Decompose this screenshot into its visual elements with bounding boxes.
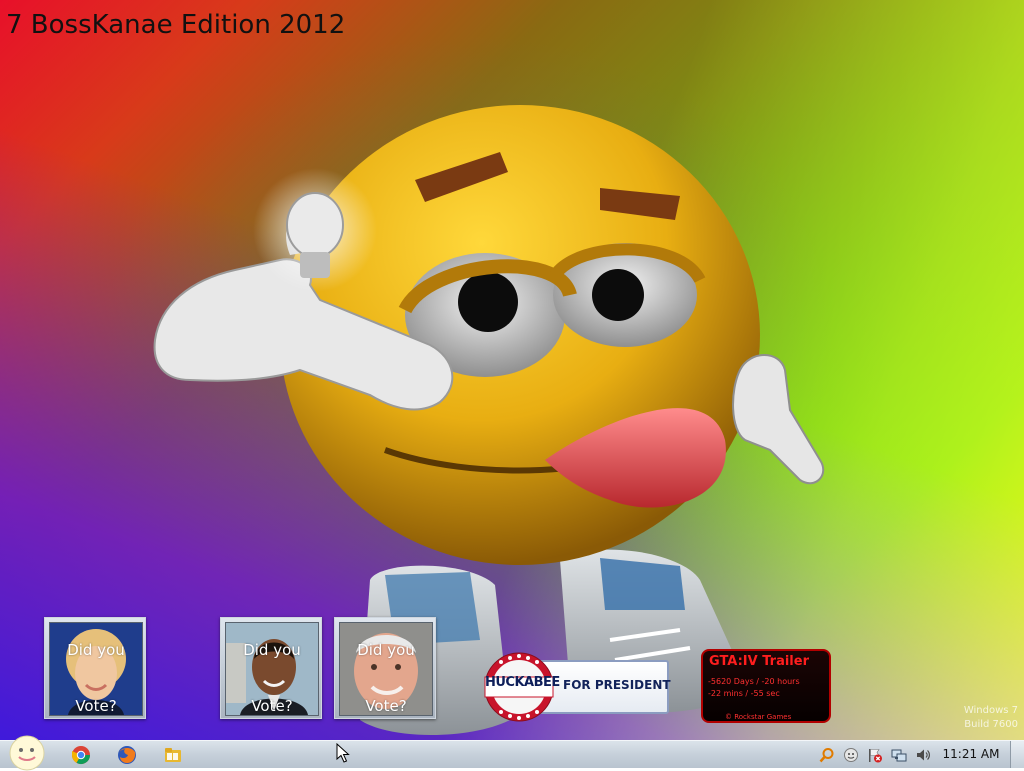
gta-title: GTA:IV Trailer: [709, 654, 809, 669]
watermark-line2: Build 7600: [964, 719, 1018, 730]
mccain-photo: Did you Vote?: [339, 622, 433, 716]
vote-gadget-obama[interactable]: Did you Vote?: [220, 617, 322, 719]
huckabee-tagline: FOR PRESIDENT: [563, 678, 671, 692]
vote-question-line1: Did you: [357, 641, 415, 659]
desktop[interactable]: 7 BossKanae Edition 2012 Did you Vote? D…: [0, 0, 1024, 740]
gta-countdown-gadget[interactable]: GTA:IV Trailer -5620 Days / -20 hours -2…: [701, 649, 831, 723]
gta-countdown-line1: -5620 Days / -20 hours: [708, 677, 800, 686]
vote-question-line2: Vote?: [75, 697, 117, 715]
vote-gadget-clinton[interactable]: Did you Vote?: [44, 617, 146, 719]
desktop-title: 7 BossKanae Edition 2012: [6, 10, 346, 40]
huckabee-name: HUCKABEE: [485, 675, 560, 690]
huckabee-badge: HUCKABEE: [483, 652, 560, 722]
taskbar-clock[interactable]: 11:21 AM: [940, 747, 1002, 761]
windows-build-watermark: Windows 7 Build 7600: [964, 704, 1018, 732]
flag-icon[interactable]: [867, 747, 883, 763]
vote-question-line1: Did you: [243, 641, 301, 659]
taskbar[interactable]: 11:21 AM: [0, 735, 1024, 771]
gta-countdown-line2: -22 mins / -55 sec: [708, 689, 780, 698]
obama-photo: Did you Vote?: [225, 622, 319, 716]
gta-credit: © Rockstar Games: [725, 713, 792, 721]
huckabee-gadget[interactable]: FOR PRESIDENT HUCKABEE: [483, 652, 671, 722]
vote-gadget-mccain[interactable]: Did you Vote?: [334, 617, 436, 719]
show-desktop-button[interactable]: [1010, 741, 1024, 768]
start-button[interactable]: [7, 735, 47, 771]
volume-icon[interactable]: [915, 747, 931, 763]
vote-question-line2: Vote?: [251, 697, 293, 715]
watermark-line1: Windows 7: [963, 705, 1018, 716]
search-icon[interactable]: [819, 747, 835, 763]
folder-icon[interactable]: [163, 745, 183, 765]
messenger-icon[interactable]: [843, 747, 859, 763]
clinton-photo: Did you Vote?: [49, 622, 143, 716]
vote-question-line2: Vote?: [365, 697, 407, 715]
vote-question-line1: Did you: [67, 641, 125, 659]
mouse-cursor-icon: [336, 743, 350, 763]
chrome-icon[interactable]: [71, 745, 91, 765]
firefox-icon[interactable]: [117, 745, 137, 765]
network-icon[interactable]: [891, 747, 907, 763]
